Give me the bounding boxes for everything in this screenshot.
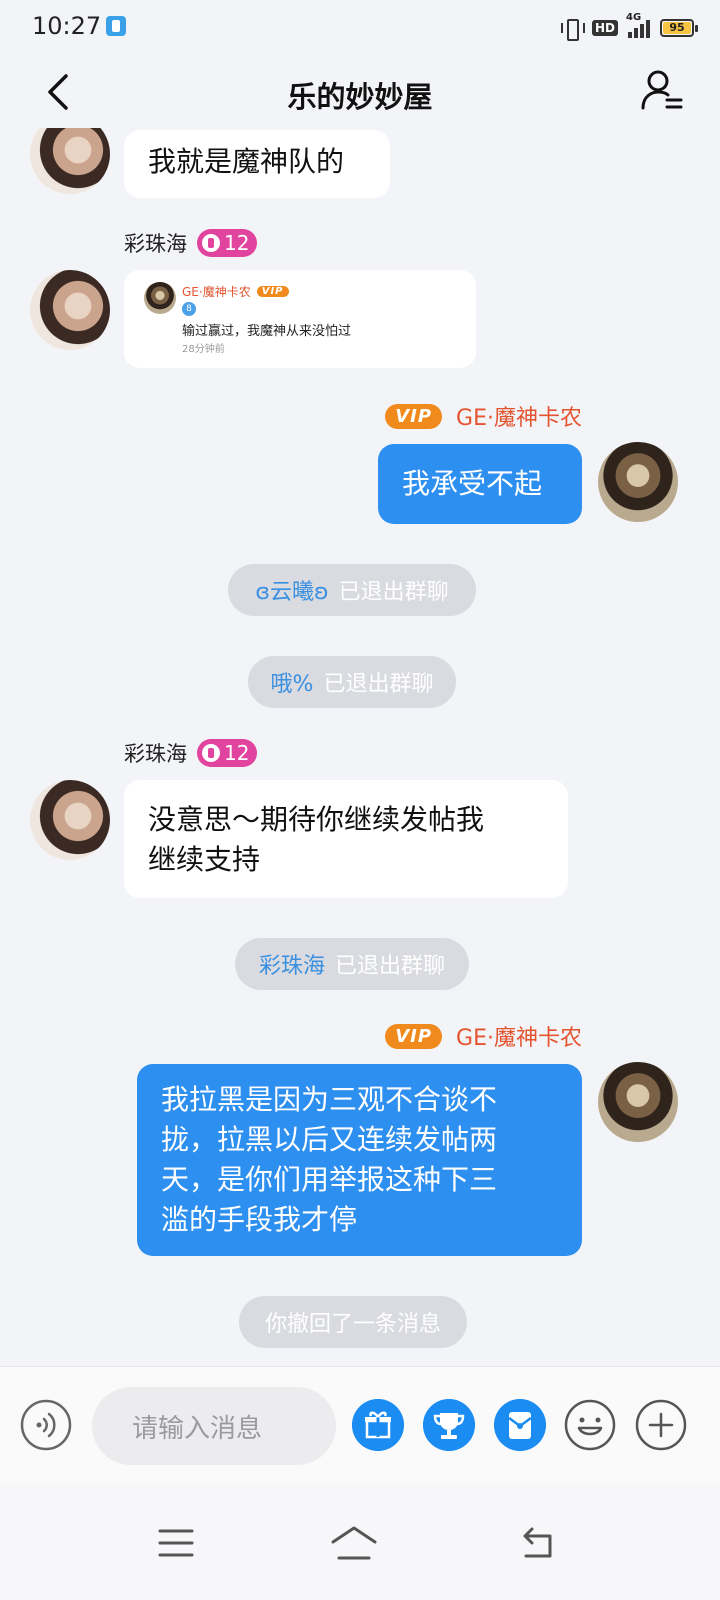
back-nav-icon[interactable] xyxy=(520,1524,558,1560)
post-author-name: GE·魔神卡农 xyxy=(182,285,251,299)
level-number: 12 xyxy=(224,741,250,765)
avatar[interactable] xyxy=(30,270,110,350)
diamond-icon xyxy=(202,744,220,762)
message-text: 我承受不起 xyxy=(402,467,543,500)
hd-badge: HD xyxy=(591,20,618,36)
status-bar: 10:27 HD 4G 95 xyxy=(0,0,720,56)
battery-level: 95 xyxy=(663,22,691,34)
message-text-line: 我拉黑是因为三观不合谈不 xyxy=(161,1083,498,1116)
post-text: 输过赢过，我魔神从来没怕过 xyxy=(182,324,352,339)
sender-row: 彩珠海 12 xyxy=(124,228,258,258)
status-icons: HD 4G 95 xyxy=(560,12,698,41)
notice-text: 已退出群聊 xyxy=(335,954,446,979)
message-text-line: 滥的手段我才停 xyxy=(161,1203,358,1236)
post-time: 28分钟前 xyxy=(182,344,225,355)
notice-text: 你撤回了一条消息 xyxy=(264,1312,441,1337)
system-notice: 彩珠海 已退出群聊 xyxy=(235,938,469,990)
page-title: 乐的妙妙屋 xyxy=(287,80,433,114)
input-placeholder: 请输入消息 xyxy=(132,1413,263,1444)
input-bar: 请输入消息 xyxy=(0,1366,720,1484)
message-text-line: 拢，拉黑以后又连续发帖两 xyxy=(161,1123,498,1156)
sender-name[interactable]: 彩珠海 xyxy=(124,228,187,258)
trophy-icon[interactable] xyxy=(423,1399,475,1451)
my-sender-row: VIP GE·魔神卡农 xyxy=(385,400,582,432)
my-sender-name: GE·魔神卡农 xyxy=(456,1026,582,1051)
my-avatar[interactable] xyxy=(598,442,678,522)
signal-icon: 4G xyxy=(626,12,650,38)
shared-post-card[interactable]: GE·魔神卡农 VIP 8 输过赢过，我魔神从来没怕过 28分钟前 xyxy=(124,270,476,368)
vip-badge: VIP xyxy=(385,1023,443,1049)
status-time: 10:27 xyxy=(32,12,102,40)
post-author-avatar xyxy=(144,282,176,314)
network-type: 4G xyxy=(626,12,642,23)
notice-user-name[interactable]: 彩珠海 xyxy=(259,948,325,980)
message-bubble[interactable]: 没意思～期待你继续发帖我 继续支持 xyxy=(124,780,568,898)
chat-message-list[interactable]: 我就是魔神队的 彩珠海 12 GE·魔神卡农 VIP 8 输过赢过，我魔神从来没… xyxy=(0,128,720,1366)
home-nav-icon[interactable] xyxy=(330,1524,378,1562)
system-nav-bar xyxy=(0,1484,720,1600)
gift-icon[interactable] xyxy=(352,1399,404,1451)
avatar[interactable] xyxy=(30,780,110,860)
notice-user-name[interactable]: 哦% xyxy=(271,666,314,698)
system-notice: ɞ云曦ʚ 已退出群聊 xyxy=(228,564,476,616)
post-author: GE·魔神卡农 VIP xyxy=(182,283,289,300)
level-badge: 12 xyxy=(197,739,258,767)
message-text-line: 天，是你们用举报这种下三 xyxy=(161,1163,498,1196)
diamond-icon xyxy=(202,234,220,252)
sender-row: 彩珠海 12 xyxy=(124,738,258,768)
chat-header: 乐的妙妙屋 xyxy=(0,56,720,128)
menu-nav-icon[interactable] xyxy=(158,1528,194,1558)
app-notification-icon xyxy=(106,16,126,36)
my-message-bubble[interactable]: 我拉黑是因为三观不合谈不 拢，拉黑以后又连续发帖两 天，是你们用举报这种下三 滥… xyxy=(137,1064,582,1256)
vip-badge: VIP xyxy=(256,286,289,297)
group-members-icon[interactable] xyxy=(640,68,684,112)
vip-badge: VIP xyxy=(385,403,443,429)
notice-text: 已退出群聊 xyxy=(338,580,449,605)
message-text: 我就是魔神队的 xyxy=(148,145,345,178)
my-message-bubble[interactable]: 我承受不起 xyxy=(378,444,582,524)
level-number: 12 xyxy=(224,231,250,255)
system-notice: 哦% 已退出群聊 xyxy=(248,656,456,708)
notice-user-name[interactable]: ɞ云曦ʚ xyxy=(255,574,328,606)
red-packet-icon[interactable] xyxy=(494,1399,546,1451)
avatar[interactable] xyxy=(30,128,110,194)
post-author-level: 8 xyxy=(182,302,196,316)
sender-name[interactable]: 彩珠海 xyxy=(124,738,187,768)
vibrate-icon xyxy=(560,17,585,41)
my-avatar[interactable] xyxy=(598,1062,678,1142)
battery-icon: 95 xyxy=(660,19,698,37)
emoji-icon[interactable] xyxy=(564,1399,616,1451)
message-text-line: 继续支持 xyxy=(148,843,261,876)
voice-icon[interactable] xyxy=(20,1399,72,1451)
system-notice: 你撤回了一条消息 xyxy=(239,1296,467,1348)
message-bubble[interactable]: 我就是魔神队的 xyxy=(124,130,390,198)
level-badge: 12 xyxy=(197,229,258,257)
message-text-line: 没意思～期待你继续发帖我 xyxy=(148,803,485,836)
message-input[interactable]: 请输入消息 xyxy=(92,1387,336,1465)
my-sender-row: VIP GE·魔神卡农 xyxy=(385,1020,582,1052)
my-sender-name: GE·魔神卡农 xyxy=(456,406,582,431)
plus-icon[interactable] xyxy=(635,1399,687,1451)
notice-text: 已退出群聊 xyxy=(323,672,434,697)
